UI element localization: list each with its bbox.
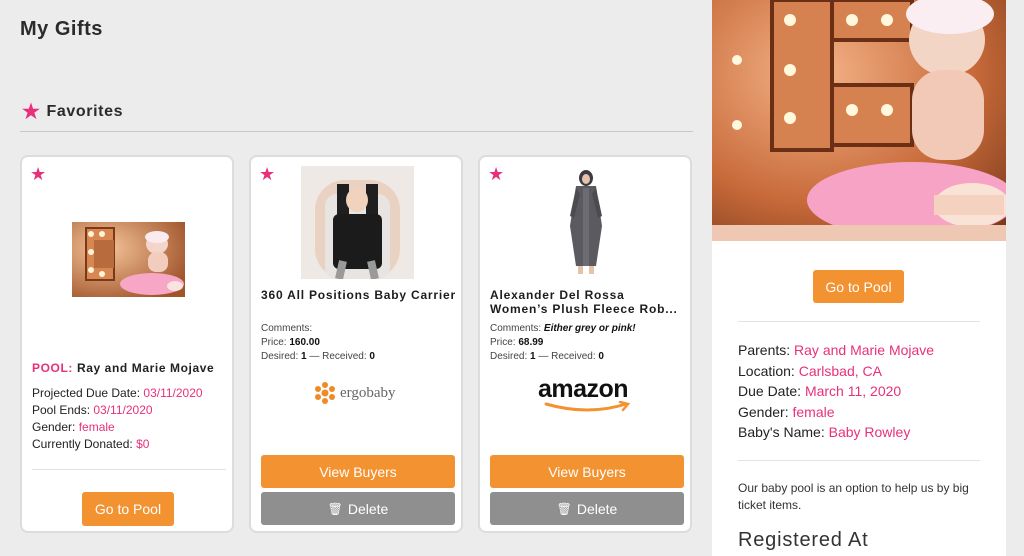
received-label: — Received: — [535, 351, 599, 362]
pool-row-label: Gender: — [32, 420, 79, 434]
comments-value: Either grey or pink! — [543, 323, 636, 334]
desired-label: Desired: — [261, 351, 302, 362]
due-date-row: Due Date: March 11, 2020 — [738, 381, 934, 402]
info-label: Location: — [738, 362, 799, 379]
go-to-pool-button[interactable]: Go to Pool — [82, 492, 174, 526]
pool-row-label: Projected Due Date: — [32, 386, 144, 400]
view-buyers-button[interactable]: View Buyers — [490, 455, 684, 488]
delete-button[interactable]: 🗑 Delete — [490, 492, 684, 525]
pool-card: ★ POOL: Ray and Marie Mojave Projected D… — [20, 155, 234, 533]
sidebar-divider — [738, 460, 980, 461]
parents-row: Parents: Ray and Marie Mojave — [738, 340, 934, 361]
info-label: Due Date: — [738, 383, 805, 399]
price-value: 160.00 — [289, 337, 320, 348]
gender-row: Gender: female — [738, 402, 934, 423]
amazon-logo: amazon — [538, 375, 638, 415]
delete-label: Delete — [576, 500, 618, 517]
gift-quantities: Desired: 1 — Received: 0 — [261, 350, 375, 364]
ergobaby-logo: ergobaby — [313, 379, 396, 407]
received-value: 0 — [598, 351, 604, 362]
info-label: Baby's Name: — [738, 424, 829, 440]
comments-label: Comments: — [261, 323, 313, 334]
store-name: ergobaby — [340, 384, 396, 401]
favorites-section-title: ★ Favorites — [22, 102, 123, 122]
trash-icon: 🗑 — [556, 501, 572, 516]
section-title-label: Favorites — [46, 103, 124, 120]
gift-card: ★ Alexander Del Rossa Women’s Plush Flee… — [478, 155, 692, 533]
price-label: Price: — [261, 337, 290, 348]
baby-name-row: Baby's Name: Baby Rowley — [738, 422, 934, 443]
view-buyers-button[interactable]: View Buyers — [261, 455, 455, 488]
pool-label: POOL: — [32, 361, 73, 375]
pool-description: Our baby pool is an option to help us by… — [738, 481, 969, 512]
delete-label: Delete — [347, 500, 389, 517]
gift-thumbnail[interactable] — [301, 166, 414, 279]
info-label: Gender: — [738, 403, 793, 420]
pool-thumbnail[interactable] — [72, 222, 185, 297]
registered-at-heading: Registered At — [738, 529, 869, 551]
gift-price: Price: 160.00 — [261, 336, 320, 350]
info-label: Parents: — [738, 342, 795, 358]
star-icon: ★ — [22, 101, 41, 123]
pool-name: Ray and Marie Mojave — [76, 361, 215, 375]
gift-comments: Comments: — [261, 322, 312, 336]
page-title: My Gifts — [20, 18, 103, 40]
gift-thumbnail[interactable] — [530, 166, 643, 279]
price-value: 68.99 — [518, 337, 544, 348]
info-value: female — [792, 403, 835, 420]
gift-comments: Comments: Either grey or pink! — [490, 322, 636, 336]
desired-label: Desired: — [490, 351, 531, 362]
trash-icon: 🗑 — [327, 501, 343, 516]
pool-row-label: Currently Donated: — [32, 437, 137, 451]
gift-quantities: Desired: 1 — Received: 0 — [490, 350, 604, 364]
pool-heading: POOL: Ray and Marie Mojave — [32, 360, 214, 377]
price-label: Price: — [490, 337, 519, 348]
info-value: Carlsbad, CA — [798, 362, 882, 379]
gift-price: Price: 68.99 — [490, 336, 543, 350]
favorite-star-icon[interactable]: ★ — [30, 165, 46, 183]
gift-title[interactable]: Alexander Del Rossa Women’s Plush Fleece… — [490, 288, 685, 316]
delete-button[interactable]: 🗑 Delete — [261, 492, 455, 525]
section-divider — [20, 131, 693, 132]
pool-gender-row: Gender: female — [32, 419, 115, 436]
comments-label: Comments: — [490, 323, 544, 334]
received-label: — Received: — [306, 351, 370, 362]
sidebar-divider — [738, 321, 980, 322]
gift-title[interactable]: 360 All Positions Baby Carrier — [261, 288, 456, 302]
info-value: March 11, 2020 — [804, 383, 902, 399]
location-row: Location: Carlsbad, CA — [738, 361, 934, 382]
pool-row-value: 03/11/2020 — [143, 386, 203, 400]
info-value: Baby Rowley — [828, 424, 911, 440]
gift-card: ★ 360 All Positions Baby Carrier Comment… — [249, 155, 463, 533]
pool-row-value: 03/11/2020 — [93, 403, 153, 417]
sidebar-go-to-pool-button[interactable]: Go to Pool — [813, 270, 904, 303]
baby-photo — [712, 0, 1006, 241]
favorite-star-icon[interactable]: ★ — [259, 165, 275, 183]
pool-ends-row: Pool Ends: 03/11/2020 — [32, 402, 153, 419]
pool-details: Parents: Ray and Marie Mojave Location: … — [738, 340, 934, 443]
card-divider — [32, 469, 226, 470]
received-value: 0 — [369, 351, 375, 362]
pool-row-value: female — [78, 420, 115, 434]
pool-row-value: $0 — [136, 437, 150, 451]
store-name: amazon — [538, 375, 629, 403]
pool-sidebar: Go to Pool Parents: Ray and Marie Mojave… — [712, 0, 1006, 556]
pool-row-label: Pool Ends: — [32, 403, 94, 417]
pool-due-date-row: Projected Due Date: 03/11/2020 — [32, 385, 203, 402]
info-value: Ray and Marie Mojave — [794, 342, 935, 358]
favorite-star-icon[interactable]: ★ — [488, 165, 504, 183]
pool-donated-row: Currently Donated: $0 — [32, 436, 149, 453]
